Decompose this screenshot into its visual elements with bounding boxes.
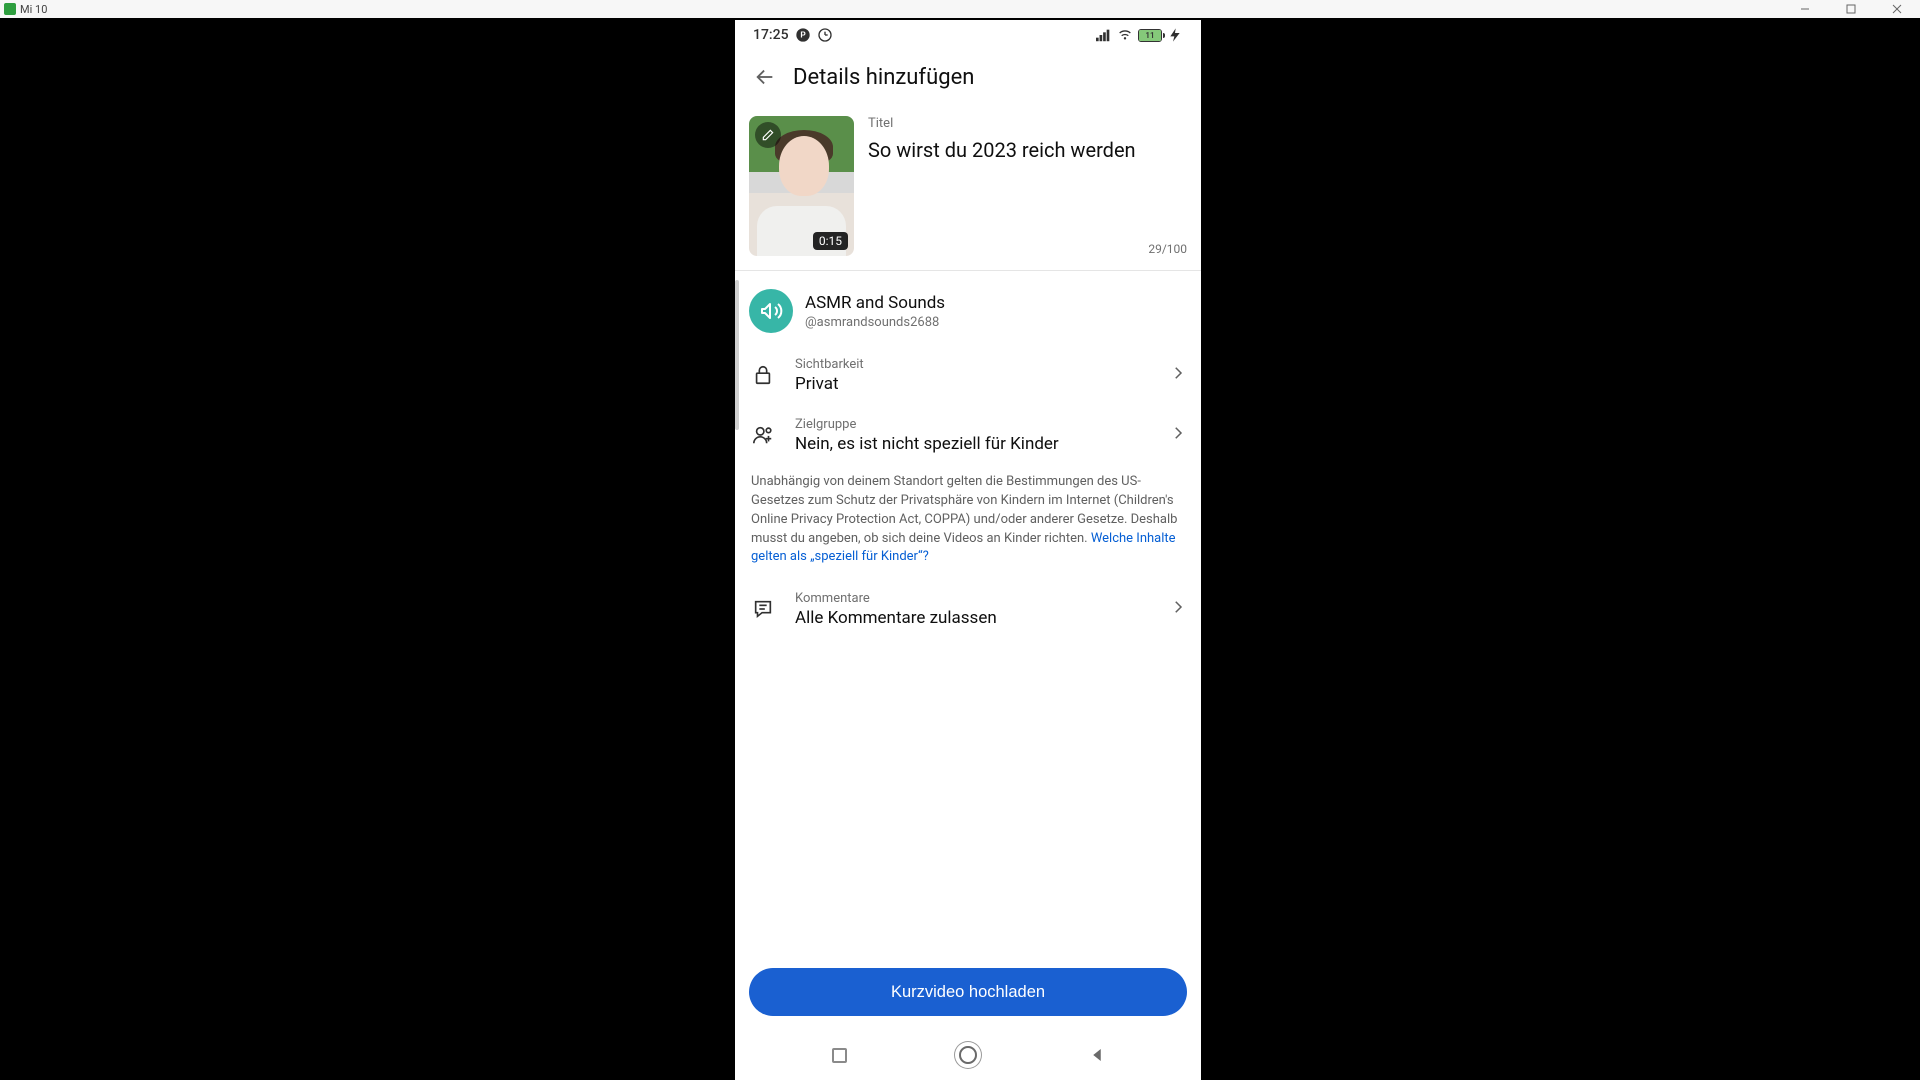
phone-screen: 17:25 P 11 Details bbox=[735, 20, 1201, 1080]
title-input[interactable] bbox=[868, 137, 1187, 163]
visibility-label: Sichtbarkeit bbox=[795, 357, 1151, 372]
channel-row[interactable]: ASMR and Sounds @asmrandsounds2688 bbox=[735, 271, 1201, 345]
statusbar-time: 17:25 bbox=[753, 27, 789, 43]
audience-icon bbox=[749, 424, 777, 446]
parking-icon: P bbox=[795, 27, 811, 43]
chevron-right-icon bbox=[1169, 598, 1187, 620]
appbar: Details hinzufügen bbox=[735, 50, 1201, 104]
edit-thumbnail-icon[interactable] bbox=[755, 122, 781, 148]
nav-back-button[interactable] bbox=[1073, 1031, 1121, 1079]
title-label: Titel bbox=[868, 116, 1187, 131]
audience-label: Zielgruppe bbox=[795, 417, 1151, 432]
title-char-count: 29/100 bbox=[1148, 242, 1187, 256]
visibility-setting[interactable]: Sichtbarkeit Privat bbox=[735, 345, 1201, 405]
window-titlebar: Mi 10 bbox=[0, 0, 1920, 18]
scroll-indicator[interactable] bbox=[735, 280, 739, 430]
window-maximize-button[interactable] bbox=[1828, 0, 1874, 18]
comments-value: Alle Kommentare zulassen bbox=[795, 608, 1151, 628]
comment-icon bbox=[749, 598, 777, 620]
video-duration: 0:15 bbox=[813, 232, 848, 250]
battery-text: 11 bbox=[1139, 30, 1161, 41]
visibility-value: Privat bbox=[795, 374, 1151, 394]
coppa-info: Unabhängig von deinem Standort gelten di… bbox=[735, 465, 1201, 579]
wifi-icon bbox=[1117, 27, 1133, 43]
channel-name: ASMR and Sounds bbox=[805, 293, 945, 313]
nav-recents-button[interactable] bbox=[816, 1031, 864, 1079]
audience-value: Nein, es ist nicht speziell für Kinder bbox=[795, 434, 1151, 454]
system-navbar bbox=[735, 1030, 1201, 1080]
window-close-button[interactable] bbox=[1874, 0, 1920, 18]
signal-icon bbox=[1096, 27, 1112, 43]
app-icon bbox=[4, 3, 16, 15]
device-label: Mi 10 bbox=[20, 3, 47, 16]
window-minimize-button[interactable] bbox=[1782, 0, 1828, 18]
channel-handle: @asmrandsounds2688 bbox=[805, 315, 945, 330]
clock-icon bbox=[817, 27, 833, 43]
channel-avatar bbox=[749, 289, 793, 333]
chevron-right-icon bbox=[1169, 424, 1187, 446]
nav-home-button[interactable] bbox=[944, 1031, 992, 1079]
comments-setting[interactable]: Kommentare Alle Kommentare zulassen bbox=[735, 579, 1201, 639]
title-section: 0:15 Titel 29/100 bbox=[735, 104, 1201, 271]
svg-text:P: P bbox=[800, 31, 806, 40]
audience-setting[interactable]: Zielgruppe Nein, es ist nicht speziell f… bbox=[735, 405, 1201, 465]
comments-label: Kommentare bbox=[795, 591, 1151, 606]
chevron-right-icon bbox=[1169, 364, 1187, 386]
charging-icon bbox=[1167, 27, 1183, 43]
page-title: Details hinzufügen bbox=[793, 65, 974, 90]
statusbar: 17:25 P 11 bbox=[735, 20, 1201, 50]
video-thumbnail[interactable]: 0:15 bbox=[749, 116, 854, 256]
back-button[interactable] bbox=[741, 53, 789, 101]
upload-button[interactable]: Kurzvideo hochladen bbox=[749, 968, 1187, 1016]
lock-icon bbox=[749, 364, 777, 386]
battery-indicator: 11 bbox=[1138, 29, 1162, 42]
